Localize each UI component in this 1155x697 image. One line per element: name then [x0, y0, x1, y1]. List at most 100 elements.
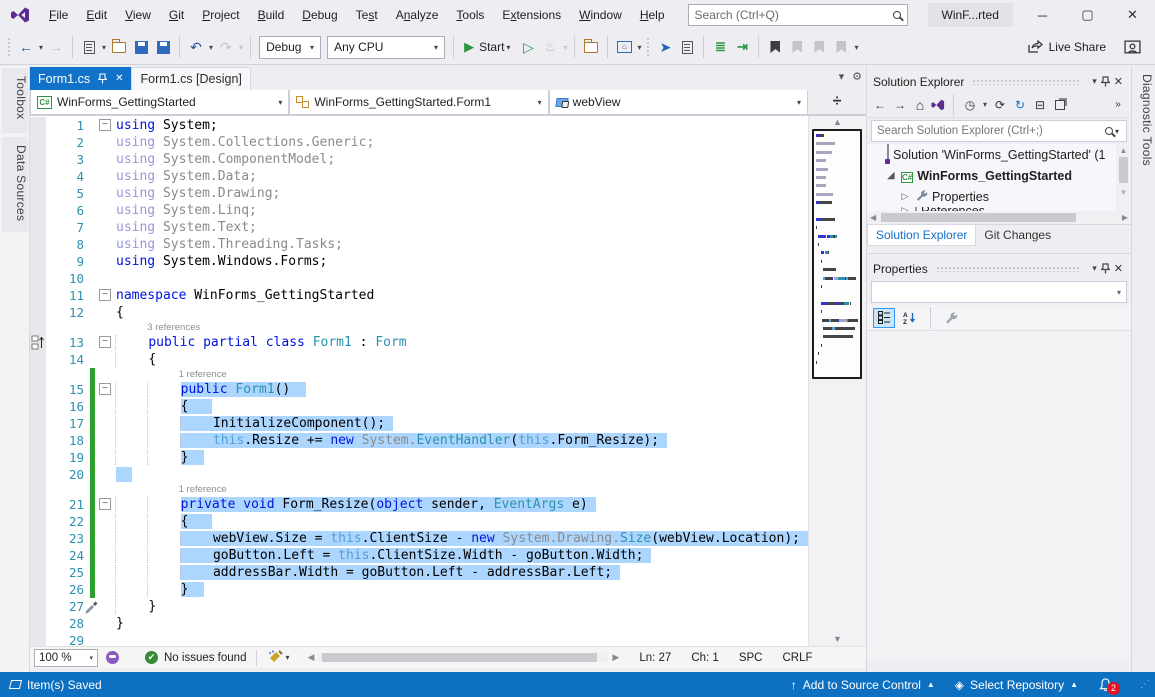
select-pointer-button[interactable]: ➤	[654, 35, 676, 59]
start-debug-button[interactable]: ▶ Start ▾	[459, 35, 517, 59]
panel-drag-texture[interactable]	[936, 266, 1081, 272]
panel-drag-texture[interactable]	[972, 79, 1080, 85]
tree-expander-icon[interactable]: ▷	[899, 191, 911, 202]
code-line[interactable]: 8using System.Threading.Tasks;	[30, 236, 808, 253]
window-title[interactable]: WinF...rted	[928, 3, 1013, 27]
menu-analyze[interactable]: Analyze	[387, 2, 448, 28]
code-editor[interactable]: 1−using System;2using System.Collections…	[30, 116, 866, 646]
scroll-up-icon[interactable]: ▲	[809, 116, 866, 129]
redo-dropdown[interactable]: ▾	[237, 43, 245, 52]
menu-test[interactable]: Test	[347, 2, 387, 28]
tab-form1-cs-design[interactable]: Form1.cs [Design]	[131, 67, 250, 90]
code-line[interactable]: 24 goButton.Left = this.ClientSize.Width…	[30, 547, 808, 564]
code-line[interactable]: 13− public partial class Form1 : Form	[30, 334, 808, 351]
scroll-right-icon[interactable]: ▶	[1119, 213, 1131, 222]
filter-dropdown[interactable]: ▾	[981, 100, 989, 109]
quick-actions-screwdriver-icon[interactable]	[84, 599, 98, 614]
split-window-button[interactable]: ÷	[808, 90, 866, 115]
back-icon[interactable]: ←	[871, 95, 889, 115]
properties-object-combobox[interactable]: ▾	[871, 281, 1127, 303]
resize-grip[interactable]: ⋰	[1130, 679, 1155, 690]
issues-status[interactable]: No issues found	[164, 652, 246, 664]
horizontal-scrollbar[interactable]: ◀ ▶	[303, 652, 623, 663]
notifications-button[interactable]: 2	[1088, 674, 1130, 695]
sidebar-tab-diagnostic-tools[interactable]: Diagnostic Tools	[1132, 66, 1154, 180]
pin-icon[interactable]	[98, 73, 107, 84]
close-panel-icon[interactable]: ✕	[1110, 262, 1125, 275]
code-line[interactable]: 17 InitializeComponent();	[30, 415, 808, 432]
minimize-button[interactable]: ─	[1020, 0, 1065, 30]
tab-form1-cs[interactable]: Form1.cs ✕	[30, 67, 131, 90]
increase-indent-button[interactable]: ⇥	[731, 35, 753, 59]
feedback-icon[interactable]	[106, 651, 119, 664]
scroll-up-icon[interactable]: ▲	[1116, 144, 1131, 155]
close-panel-icon[interactable]: ✕	[1110, 75, 1125, 88]
menu-window[interactable]: Window	[570, 2, 631, 28]
code-cleanup-icon[interactable]	[267, 650, 283, 665]
refresh-icon[interactable]: ⟳	[991, 95, 1009, 115]
toolbar-grip[interactable]	[646, 37, 651, 57]
tree-horizontal-scrollbar[interactable]: ◀ ▶	[867, 211, 1131, 224]
code-line[interactable]: 22 {	[30, 513, 808, 530]
properties-header[interactable]: Properties ▾ ✕	[867, 258, 1131, 279]
solution-explorer-shortcut-button[interactable]: ⌂	[613, 35, 635, 59]
switch-views-icon[interactable]	[931, 98, 946, 112]
panel-menu-icon[interactable]: ▾	[1088, 263, 1101, 274]
pin-icon[interactable]	[1101, 263, 1110, 275]
clear-bookmarks-button[interactable]	[830, 35, 852, 59]
panel-tab-git-changes[interactable]: Git Changes	[976, 225, 1059, 246]
code-line[interactable]: 11−namespace WinForms_GettingStarted	[30, 287, 808, 304]
hot-reload-button[interactable]: ♨	[539, 35, 561, 59]
solution-explorer-header[interactable]: Solution Explorer ▾ ✕	[867, 71, 1131, 92]
maximize-button[interactable]: ▢	[1065, 0, 1110, 30]
tree-expander-icon[interactable]: ◢	[885, 170, 897, 181]
scrollbar-thumb[interactable]	[322, 653, 597, 662]
fold-collapse-icon[interactable]: −	[99, 498, 111, 510]
code-line[interactable]: 9using System.Windows.Forms;	[30, 253, 808, 270]
account-icon[interactable]	[1124, 40, 1141, 55]
inheritance-margin-icon[interactable]	[31, 335, 45, 350]
gear-icon[interactable]: ⚙	[852, 70, 862, 83]
add-to-source-control-button[interactable]: ↑ Add to Source Control ▲	[781, 678, 945, 692]
toolbar-overflow-icon[interactable]: »	[1109, 95, 1127, 115]
undo-dropdown[interactable]: ▾	[207, 43, 215, 52]
next-bookmark-button[interactable]	[808, 35, 830, 59]
close-button[interactable]: ✕	[1110, 0, 1155, 30]
line-indicator[interactable]: Ln: 27	[629, 652, 681, 664]
code-line[interactable]: 10	[30, 270, 808, 287]
start-without-debug-button[interactable]: ▷	[517, 35, 539, 59]
navigate-back-dropdown[interactable]: ▾	[37, 43, 45, 52]
code-line[interactable]: 25 addressBar.Width = goButton.Left - ad…	[30, 564, 808, 581]
find-in-files-button[interactable]	[580, 35, 602, 59]
code-line[interactable]: 1−using System;	[30, 117, 808, 134]
redo-button[interactable]: ↷	[215, 35, 237, 59]
minimap-viewport[interactable]	[812, 129, 862, 379]
type-dropdown[interactable]: WinForms_GettingStarted.Form1 ▾	[289, 90, 548, 115]
menu-file[interactable]: File	[40, 2, 77, 28]
sidebar-tab-data-sources[interactable]: Data Sources	[2, 137, 28, 231]
hot-reload-dropdown[interactable]: ▾	[561, 43, 569, 52]
project-dropdown[interactable]: C# WinForms_GettingStarted ▾	[30, 90, 289, 115]
categorized-view-button[interactable]	[873, 308, 895, 328]
code-line[interactable]: 6using System.Linq;	[30, 202, 808, 219]
sync-with-active-document-icon[interactable]: ↻	[1011, 95, 1029, 115]
space-mode-indicator[interactable]: SPC	[729, 652, 773, 664]
member-dropdown[interactable]: webView ▾	[549, 90, 808, 115]
line-ending-indicator[interactable]: CRLF	[772, 652, 822, 664]
code-line[interactable]: 29	[30, 632, 808, 646]
code-line[interactable]: 28}	[30, 615, 808, 632]
document-outline-button[interactable]	[676, 35, 698, 59]
scroll-left-icon[interactable]: ◀	[867, 213, 879, 222]
vertical-scrollbar-map[interactable]: ▲ ▼	[808, 116, 866, 646]
toolbar-grip[interactable]	[7, 37, 12, 57]
bookmarks-dropdown[interactable]: ▾	[852, 43, 860, 52]
sidebar-tab-toolbox[interactable]: Toolbox	[2, 68, 28, 133]
tree-item-winforms-gettingstarted[interactable]: ◢C#WinForms_GettingStarted	[867, 165, 1131, 186]
code-line[interactable]: 4using System.Data;	[30, 168, 808, 185]
undo-button[interactable]: ↶	[185, 35, 207, 59]
tree-item-properties[interactable]: ▷Properties	[867, 186, 1131, 207]
code-line[interactable]: 21− private void Form_Resize(object send…	[30, 496, 808, 513]
new-project-button[interactable]	[78, 35, 100, 59]
preview-selected-items-icon[interactable]	[1051, 95, 1069, 115]
decrease-indent-button[interactable]: ≣	[709, 35, 731, 59]
